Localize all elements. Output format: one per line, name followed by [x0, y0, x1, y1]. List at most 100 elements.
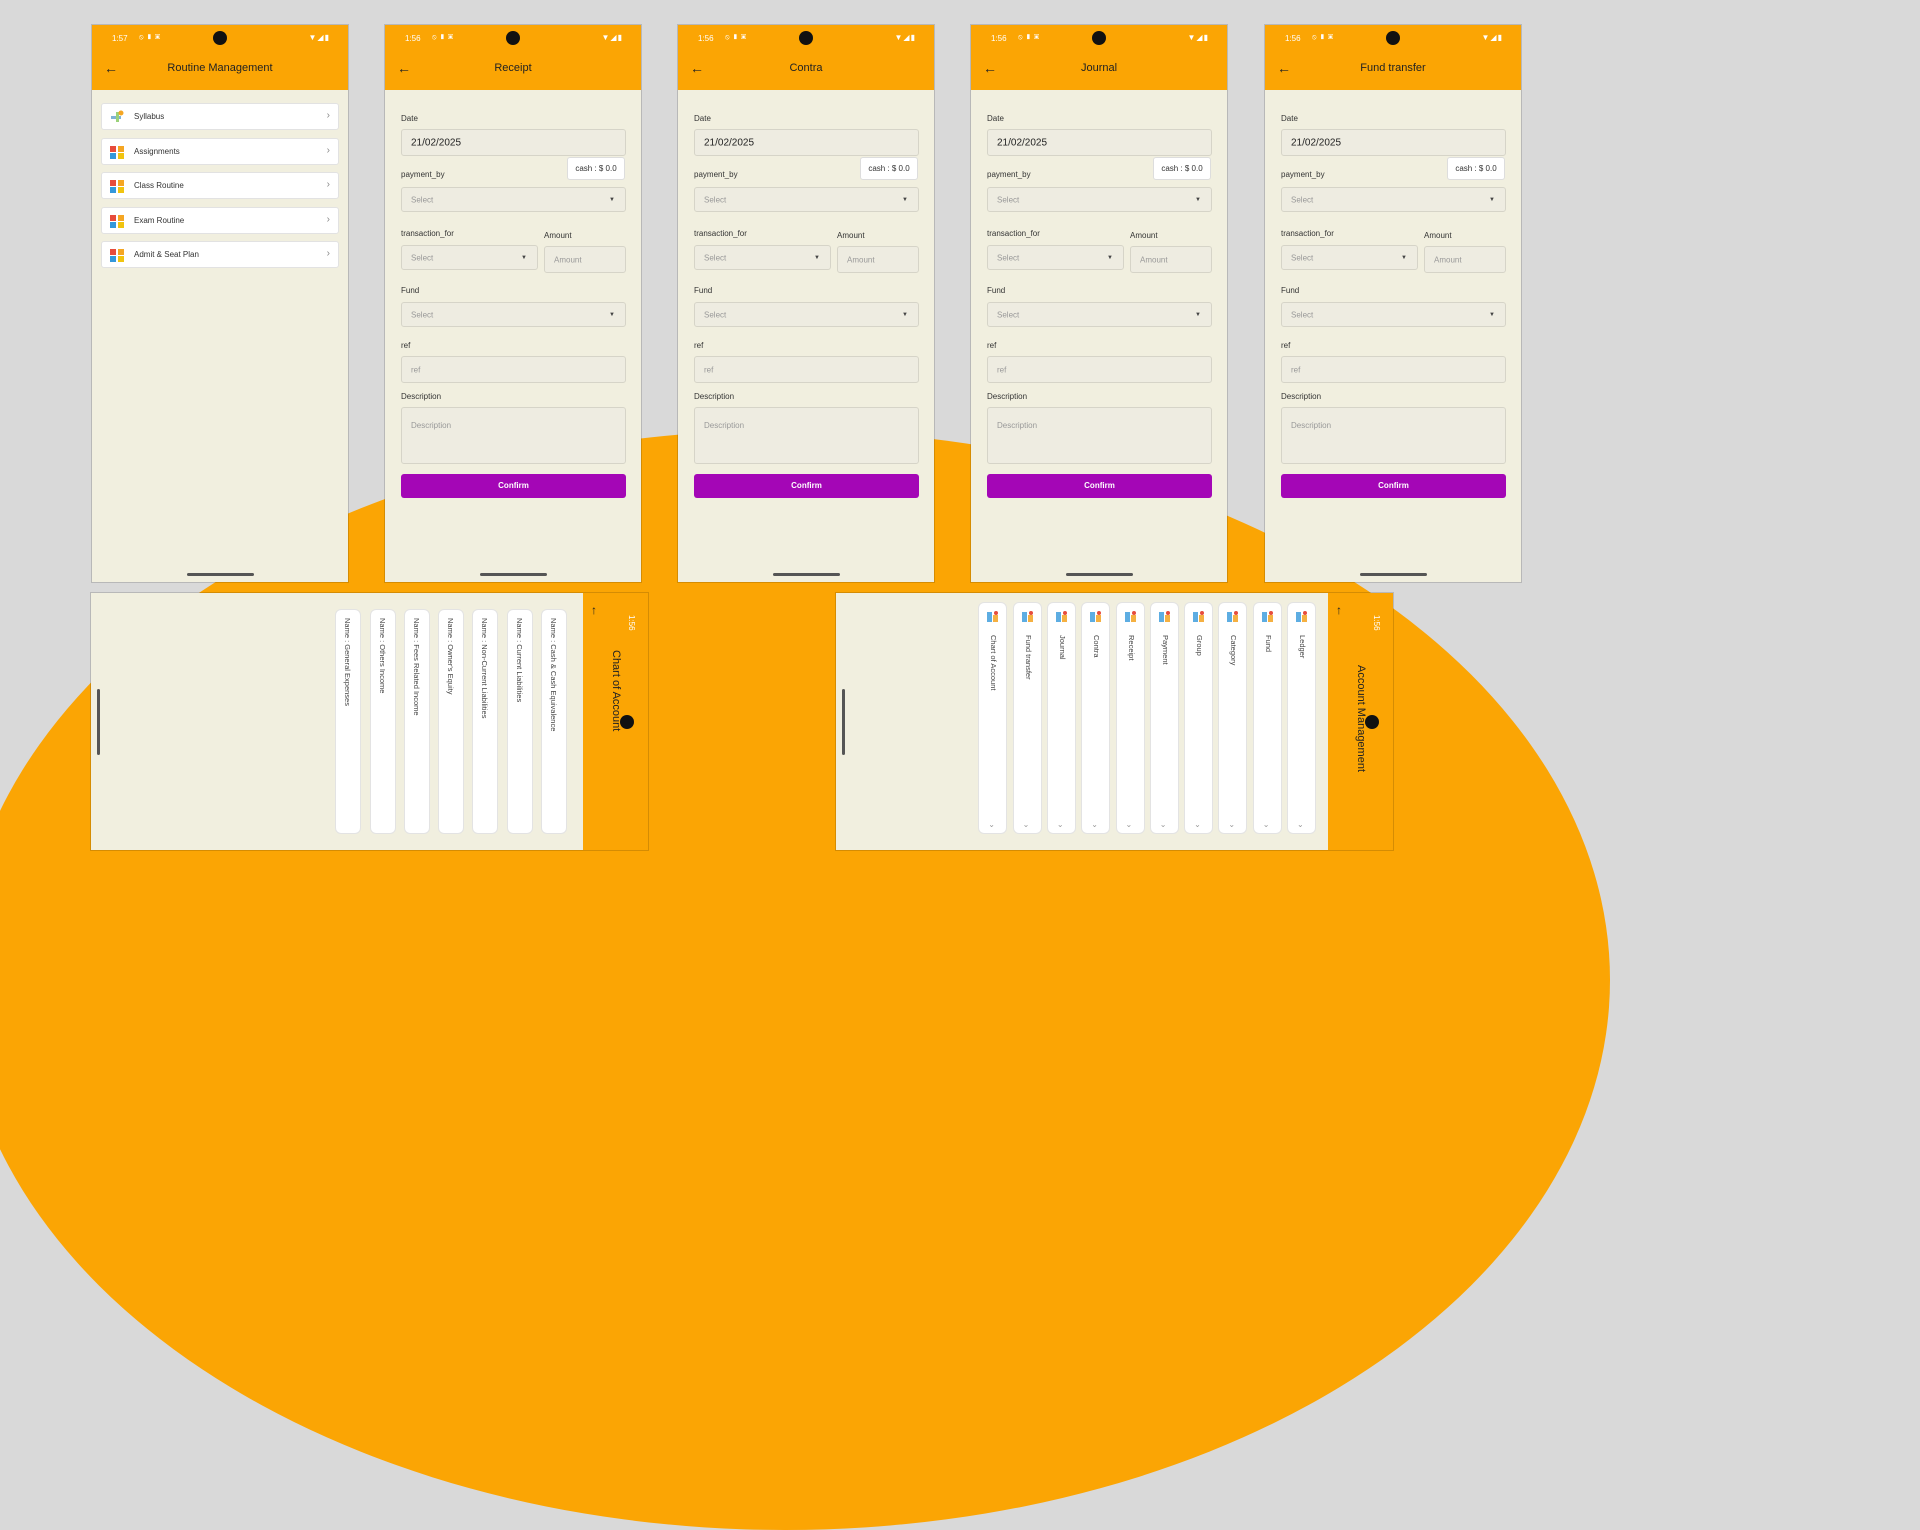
select-placeholder: Select: [411, 253, 434, 262]
date-field[interactable]: 21/02/2025: [1281, 129, 1506, 156]
back-arrow-icon[interactable]: ←: [983, 59, 997, 77]
dropdown-arrow-icon: ▼: [521, 254, 527, 261]
account-menu-label: Chart of Account: [989, 635, 999, 691]
gesture-bar: [773, 573, 840, 576]
amount-input[interactable]: Amount: [1130, 246, 1212, 273]
routine-menu-item[interactable]: Class Routine ›: [101, 172, 339, 199]
account-menu-card[interactable]: Payment ⌄: [1149, 602, 1179, 834]
transaction-for-select[interactable]: Select ▼: [694, 245, 831, 270]
fund-select[interactable]: Select ▼: [694, 302, 919, 327]
camera-cutout: [1386, 31, 1400, 45]
account-menu-card[interactable]: Contra ⌄: [1081, 602, 1111, 834]
assignment-icon: [109, 144, 125, 160]
back-arrow-icon[interactable]: ←: [1277, 59, 1291, 77]
account-menu-label: Category: [1229, 635, 1239, 666]
account-menu-label: Payment: [1160, 635, 1170, 665]
back-arrow-icon[interactable]: ↑: [591, 603, 597, 617]
description-textarea[interactable]: Description: [401, 407, 626, 464]
chevron-right-icon: ›: [326, 179, 330, 190]
date-value: 21/02/2025: [1291, 137, 1342, 148]
routine-menu-item[interactable]: Admit & Seat Plan ›: [101, 241, 339, 268]
chevron-down-icon: ⌄: [1159, 820, 1167, 829]
confirm-button[interactable]: Confirm: [1281, 474, 1506, 498]
confirm-button[interactable]: Confirm: [987, 474, 1212, 498]
account-card[interactable]: Name : Cash & Cash Equivalence: [541, 609, 567, 834]
account-card[interactable]: Name : Fees Related Income: [403, 609, 430, 834]
description-textarea[interactable]: Description: [987, 407, 1212, 464]
amount-input[interactable]: Amount: [544, 246, 626, 273]
ref-label: ref: [1281, 341, 1291, 350]
amount-input[interactable]: Amount: [837, 246, 919, 273]
status-time: 1:56: [627, 615, 636, 631]
payment-by-select[interactable]: Select ▼: [401, 187, 626, 212]
transaction-for-select[interactable]: Select ▼: [987, 245, 1124, 270]
back-arrow-icon[interactable]: ←: [397, 59, 411, 77]
select-placeholder: Select: [411, 195, 434, 204]
payment-by-select[interactable]: Select ▼: [1281, 187, 1506, 212]
account-card[interactable]: Name : General Expenses: [335, 609, 362, 834]
account-card[interactable]: Name : Non-Current Liabilities: [472, 609, 499, 834]
ref-input[interactable]: ref: [1281, 356, 1506, 383]
back-arrow-icon[interactable]: ←: [104, 59, 118, 77]
status-time: 1:56: [1372, 615, 1381, 631]
back-arrow-icon[interactable]: ←: [690, 59, 704, 77]
account-card[interactable]: Name : Current Liabilities: [506, 609, 533, 834]
account-menu-card[interactable]: Journal ⌄: [1046, 602, 1076, 834]
gesture-bar: [1360, 573, 1427, 576]
date-field[interactable]: 21/02/2025: [401, 129, 626, 156]
signal-battery-icon: ▼◢▮: [894, 33, 916, 42]
confirm-button[interactable]: Confirm: [694, 474, 919, 498]
notification-icons: ⦸▮▣: [1312, 34, 1337, 41]
description-label: Description: [694, 392, 735, 401]
fund-select[interactable]: Select ▼: [1281, 302, 1506, 327]
notification-icons: ⦸▮▣: [432, 34, 457, 41]
fund-select[interactable]: Select ▼: [401, 302, 626, 327]
description-textarea[interactable]: Description: [1281, 407, 1506, 464]
account-menu-card[interactable]: Group ⌄: [1184, 602, 1214, 834]
signal-battery-icon: ▼◢▮: [308, 33, 330, 42]
chevron-right-icon: ›: [326, 144, 330, 156]
gesture-bar: [1066, 573, 1133, 576]
description-textarea[interactable]: Description: [694, 407, 919, 464]
dropdown-arrow-icon: ▼: [1195, 311, 1201, 318]
ref-input[interactable]: ref: [694, 356, 919, 383]
payment-by-select[interactable]: Select ▼: [987, 187, 1212, 212]
date-field[interactable]: 21/02/2025: [987, 129, 1212, 156]
account-card[interactable]: Name : Others Income: [369, 609, 396, 834]
account-card[interactable]: Name : Owner's Equity: [438, 609, 465, 834]
transaction-for-select[interactable]: Select ▼: [401, 245, 538, 270]
routine-menu-item[interactable]: Exam Routine ›: [101, 206, 339, 234]
fund-label: Fund: [1281, 286, 1300, 295]
back-arrow-icon[interactable]: ↑: [1336, 603, 1342, 617]
account-menu-card[interactable]: Fund transfer ⌄: [1012, 602, 1042, 834]
camera-cutout: [799, 31, 813, 45]
dropdown-arrow-icon: ▼: [902, 311, 908, 318]
transaction-for-label: transaction_for: [401, 229, 454, 238]
account-menu-card[interactable]: Category ⌄: [1218, 602, 1248, 834]
ref-input[interactable]: ref: [401, 356, 626, 383]
ref-input[interactable]: ref: [987, 356, 1212, 383]
fund-select[interactable]: Select ▼: [987, 302, 1212, 327]
transaction-for-select[interactable]: Select ▼: [1281, 245, 1418, 270]
app-bar: 1:57 ⦸▮▣ ▼◢▮ ← Routine Management: [92, 25, 348, 90]
date-field[interactable]: 21/02/2025: [694, 129, 919, 156]
transaction-for-label: transaction_for: [694, 229, 747, 238]
routine-menu-item[interactable]: Assignments ›: [101, 137, 339, 165]
amount-input[interactable]: Amount: [1424, 246, 1506, 273]
account-menu-card[interactable]: Ledger ⌄: [1287, 602, 1316, 834]
form-screen: 1:56 ⦸▮▣ ▼◢▮ ← Journal Date 21/02/2025 c…: [971, 25, 1227, 582]
notification-icons: ⦸▮▣: [1018, 34, 1043, 41]
payment-by-select[interactable]: Select ▼: [694, 187, 919, 212]
chevron-down-icon: ⌄: [1262, 820, 1270, 829]
confirm-button[interactable]: Confirm: [401, 474, 626, 498]
routine-menu-item[interactable]: Syllabus ›: [101, 103, 339, 130]
account-menu-card[interactable]: Receipt ⌄: [1115, 602, 1145, 834]
date-label: Date: [1281, 114, 1298, 123]
account-module-icon: [1089, 610, 1103, 624]
account-menu-card[interactable]: Chart of Account ⌄: [978, 602, 1008, 834]
chevron-down-icon: ⌄: [1091, 820, 1098, 829]
account-menu-card[interactable]: Fund ⌄: [1252, 602, 1282, 834]
account-management-screen: Ledger ⌄ Fund ⌄ Category ⌄ Group ⌄ Payment ⌄ Recei…: [836, 593, 1393, 850]
page-title: Contra: [789, 62, 823, 74]
chevron-down-icon: ⌄: [1228, 820, 1236, 829]
